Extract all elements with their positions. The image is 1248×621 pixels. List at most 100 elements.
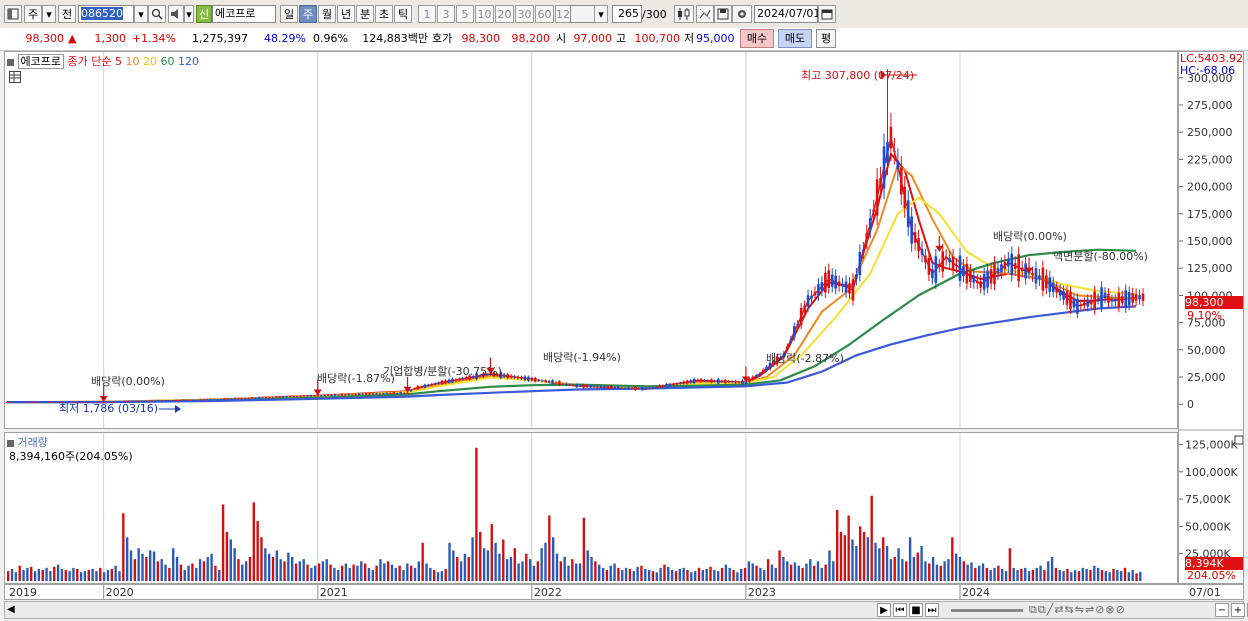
volume-bar bbox=[413, 567, 417, 581]
candle-icon[interactable] bbox=[674, 5, 694, 23]
volume-bar bbox=[1112, 568, 1115, 581]
volume-bar bbox=[835, 510, 839, 581]
volume-bar bbox=[743, 567, 747, 581]
candle-body bbox=[613, 387, 617, 389]
interval-button-60[interactable]: 60 bbox=[535, 5, 554, 23]
volume-bar bbox=[851, 539, 854, 581]
date-input[interactable]: 2024/07/01 bbox=[754, 5, 820, 23]
close-panel-icon[interactable] bbox=[1234, 435, 1244, 445]
volume-bar bbox=[974, 567, 977, 581]
candle-body bbox=[1003, 262, 1007, 269]
interval-button-20[interactable]: 20 bbox=[495, 5, 514, 23]
volume-bar bbox=[997, 565, 1000, 581]
candle-body bbox=[813, 291, 817, 296]
nav-button-4[interactable]: − bbox=[1215, 603, 1229, 617]
candle-body bbox=[668, 383, 672, 387]
scroll-left-icon[interactable]: ◀ bbox=[7, 603, 19, 617]
zoom-slider[interactable] bbox=[951, 609, 1023, 612]
volume-bar bbox=[732, 570, 735, 581]
candle-body bbox=[313, 395, 316, 397]
count-input[interactable]: 265 bbox=[612, 5, 642, 23]
volume-bar bbox=[636, 566, 639, 581]
candle-body bbox=[1051, 282, 1055, 292]
candle-body bbox=[1058, 290, 1062, 296]
nav-button-0[interactable]: ▶ bbox=[877, 603, 891, 617]
volume-bar bbox=[494, 542, 497, 581]
candle-body bbox=[879, 178, 882, 187]
interval-button-30[interactable]: 30 bbox=[515, 5, 534, 23]
candle-body bbox=[295, 396, 299, 398]
period-button-4[interactable]: 분 bbox=[356, 5, 374, 23]
buy-button[interactable]: 매수 bbox=[740, 29, 774, 48]
volume-chart[interactable] bbox=[5, 433, 1177, 583]
volume-bar bbox=[298, 561, 302, 581]
nav-button-1[interactable]: ⏮ bbox=[893, 603, 907, 617]
candle-body bbox=[1089, 299, 1093, 305]
period-button-0[interactable]: 일 bbox=[280, 5, 298, 23]
speaker-icon[interactable] bbox=[168, 5, 184, 23]
chart-scrollbar[interactable]: ◀ ▶⏮■⏭−+A ⧉⧉╱⇄⇆⇋⇌⊘⊗⊘ bbox=[4, 601, 1248, 619]
x-tick-label: 2021 bbox=[320, 586, 348, 599]
volume-bar bbox=[505, 559, 509, 581]
interval-dropdown-icon[interactable]: ▾ bbox=[594, 5, 608, 23]
drawing-tools[interactable]: ⧉⧉╱⇄⇆⇋⇌⊘⊗⊘ bbox=[1029, 603, 1126, 617]
interval-button-5[interactable]: 5 bbox=[456, 5, 474, 23]
candle-body bbox=[347, 394, 351, 396]
volume-bar bbox=[778, 550, 781, 581]
volume-bar bbox=[993, 567, 996, 581]
candle-body bbox=[54, 401, 57, 403]
speaker-dropdown-icon[interactable]: ▾ bbox=[184, 5, 194, 23]
volume-bar bbox=[452, 550, 455, 581]
period-button-1[interactable]: 주 bbox=[299, 5, 317, 23]
volume-bar bbox=[398, 565, 401, 581]
volume-bar bbox=[905, 561, 908, 581]
candle-body bbox=[413, 388, 416, 390]
price-chart[interactable]: 배당락(0.00%) 배당락(-1.87%)기업합병/분할(-30.75%)배당락… bbox=[5, 52, 1177, 428]
candle-body bbox=[1013, 263, 1017, 269]
sell-button[interactable]: 매도 bbox=[778, 29, 812, 48]
save-icon[interactable] bbox=[714, 5, 732, 23]
x-tick-label: 2019 bbox=[9, 586, 37, 599]
window-icon[interactable] bbox=[4, 5, 22, 23]
eval-button[interactable]: 평 bbox=[816, 29, 836, 48]
nav-button-3[interactable]: ⏭ bbox=[925, 603, 939, 617]
volume-bar bbox=[632, 571, 635, 581]
interval-button-10[interactable]: 10 bbox=[475, 5, 494, 23]
x-tick-label: 2023 bbox=[748, 586, 776, 599]
period-button-3[interactable]: 년 bbox=[337, 5, 355, 23]
period-button-5[interactable]: 초 bbox=[375, 5, 393, 23]
code-dropdown-icon[interactable]: ▾ bbox=[134, 5, 148, 23]
code-input[interactable]: 086520 bbox=[78, 5, 134, 23]
interval-button-1[interactable]: 1 bbox=[418, 5, 436, 23]
search-icon[interactable] bbox=[148, 5, 166, 23]
interval-button-3[interactable]: 3 bbox=[437, 5, 455, 23]
candle-body bbox=[1079, 304, 1083, 307]
candle-body bbox=[713, 380, 717, 382]
candle-body bbox=[993, 263, 996, 285]
volume-bar bbox=[241, 564, 244, 581]
volume-bar bbox=[693, 571, 697, 581]
volume-bar bbox=[582, 517, 586, 581]
candle-body bbox=[696, 379, 699, 381]
market-select[interactable]: 주 bbox=[24, 5, 42, 23]
prev-button[interactable]: 전 bbox=[58, 5, 76, 23]
volume-bar bbox=[532, 565, 536, 581]
period-button-2[interactable]: 월 bbox=[318, 5, 336, 23]
nav-button-5[interactable]: + bbox=[1231, 603, 1245, 617]
period-button-6[interactable]: 틱 bbox=[394, 5, 412, 23]
nav-button-2[interactable]: ■ bbox=[909, 603, 923, 617]
stock-name-field[interactable]: 에코프로 bbox=[212, 5, 276, 23]
dropdown-icon[interactable]: ▾ bbox=[42, 5, 56, 23]
candle-body bbox=[685, 380, 689, 384]
gear-icon[interactable] bbox=[732, 5, 752, 23]
volume-bar bbox=[248, 556, 252, 581]
volume-bar bbox=[985, 567, 989, 581]
volume-bar bbox=[1039, 565, 1042, 581]
calendar-icon[interactable] bbox=[818, 5, 836, 23]
candle-body bbox=[986, 270, 989, 288]
legend-stock-name[interactable]: 에코프로 bbox=[17, 54, 64, 69]
volume-bar bbox=[99, 567, 102, 581]
table-icon[interactable] bbox=[9, 71, 21, 83]
candle-body bbox=[323, 395, 326, 397]
cross-icon[interactable] bbox=[696, 5, 714, 23]
